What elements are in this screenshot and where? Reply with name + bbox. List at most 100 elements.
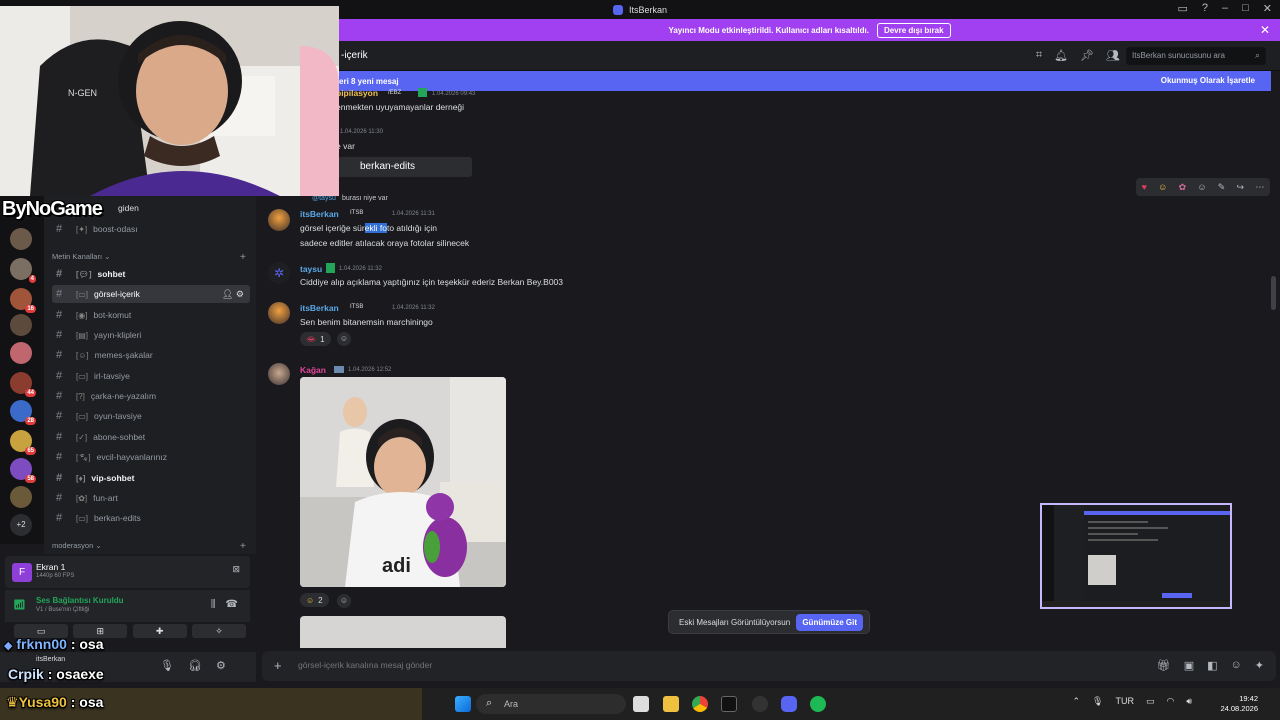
channel-bot-komut[interactable]: # [◉] bot-komut [52, 306, 250, 324]
channel-boost-odasi[interactable]: # [✦] boost-odası [52, 220, 250, 238]
reply-icon[interactable]: ↪ [1237, 182, 1245, 193]
server-icon[interactable]: 65 [10, 430, 36, 455]
minimize-button[interactable]: – [1222, 2, 1228, 15]
channel-carka-ne-yazalim[interactable]: # [?] çarka-ne-yazalım [52, 387, 250, 405]
headphones-icon[interactable]: 🎧︎ [188, 659, 202, 672]
channel-yayin-klipleri[interactable]: # [▤] yayın-klipleri [52, 326, 250, 344]
channel-mention-embed[interactable]: berkan-edits [336, 157, 472, 177]
server-icon[interactable] [10, 486, 32, 508]
wifi-icon[interactable]: ◠ [1166, 696, 1174, 707]
sticker-reaction-icon[interactable]: ✿ [1179, 182, 1187, 193]
server-icon[interactable] [10, 228, 32, 250]
channel-evcil-hayvanlariniz[interactable]: # [🐾︎] evcil-hayvanlarınız [52, 448, 250, 466]
attach-plus-icon[interactable]: + [274, 658, 282, 673]
reaction-pill[interactable]: 👄︎ 1 [300, 332, 331, 346]
more-servers-button[interactable]: +2 [10, 514, 32, 536]
close-window-button[interactable]: ✕ [1263, 2, 1272, 15]
stream-preview-thumbnail[interactable] [1040, 503, 1232, 609]
message-author[interactable]: taysu [300, 264, 322, 274]
volume-icon[interactable]: 🔊︎ [1186, 696, 1192, 707]
disable-streamer-mode-button[interactable]: Devre dışı bırak [876, 22, 951, 38]
task-view-icon[interactable] [633, 696, 649, 712]
chat-scrollbar[interactable] [1271, 276, 1276, 310]
channel-berkan-edits[interactable]: # [▭] berkan-edits [52, 509, 250, 527]
pin-icon[interactable]: 📌︎ [1080, 49, 1094, 62]
heart-reaction-icon[interactable]: ♥ [1142, 182, 1147, 192]
settings-gear-icon[interactable]: ⚙ [216, 659, 226, 672]
server-icon[interactable]: 28 [10, 400, 36, 425]
jump-to-present-button[interactable]: Günümüze Git [796, 614, 863, 631]
reply-mention[interactable]: @taysu [312, 195, 336, 202]
bell-icon[interactable]: 🔔︎ [1054, 49, 1068, 62]
app-icon[interactable] [752, 696, 768, 712]
channel-vip-sohbet[interactable]: # [♦] vip-sohbet [52, 469, 250, 487]
add-channel-icon[interactable]: + [240, 541, 246, 552]
taskbar-search[interactable]: ⌕ Ara [476, 694, 626, 714]
chrome-icon[interactable] [692, 696, 708, 712]
server-icon[interactable]: 16 [10, 288, 36, 313]
avatar[interactable] [268, 363, 290, 385]
reaction-pill[interactable]: ☺ 2 [300, 593, 329, 607]
message-author[interactable]: Kağan [300, 365, 326, 375]
app-icon[interactable] [721, 696, 737, 712]
avatar[interactable]: ✲ [268, 262, 290, 284]
server-icon[interactable] [10, 342, 32, 364]
disconnect-icon[interactable]: ☎ [226, 599, 238, 610]
threads-icon[interactable]: ⌗ [1036, 49, 1042, 62]
channel-irl-tavsiye[interactable]: # [▭] irl-tavsiye [52, 367, 250, 385]
inbox-icon[interactable]: ▭ [1177, 2, 1187, 15]
laugh-reaction-icon[interactable]: ☺ [1158, 182, 1167, 192]
stop-stream-icon[interactable]: ⊠ [232, 564, 240, 575]
channel-oyun-tavsiye[interactable]: # [▭] oyun-tavsiye [52, 407, 250, 425]
soundboard-button[interactable]: ✧ [191, 624, 246, 638]
monitor-icon[interactable]: ▭ [1146, 696, 1155, 707]
spotify-icon[interactable] [810, 696, 826, 712]
mark-as-read-button[interactable]: Okunmuş Olarak İşaretle [1161, 76, 1255, 85]
sticker-icon[interactable]: ◧ [1207, 659, 1217, 672]
close-icon[interactable]: ✕ [1260, 23, 1270, 37]
clock[interactable]: 19:42 24.08.2026 [1220, 694, 1258, 714]
apps-icon[interactable]: ✦ [1255, 659, 1264, 672]
server-icon[interactable] [10, 314, 32, 336]
add-reaction-icon[interactable]: ☺ [337, 332, 351, 346]
chevron-up-icon[interactable]: ⌃ [1072, 696, 1080, 707]
message-input[interactable] [298, 660, 898, 670]
edit-icon[interactable]: ✎ [1218, 182, 1226, 193]
image-attachment[interactable] [300, 616, 506, 648]
members-icon[interactable]: 👥︎ [1106, 49, 1120, 62]
category-text-channels[interactable]: Metin Kanalları ⌄ + [52, 252, 246, 263]
channel-partial[interactable]: giden [118, 203, 139, 213]
channel-gorsel-icerik[interactable]: # [▭] görsel-içerik 👤︎ ⚙ [52, 285, 250, 303]
username[interactable]: itsBerkan [36, 656, 65, 663]
channel-sohbet[interactable]: # [💬︎] sohbet [52, 265, 250, 283]
add-reaction-icon[interactable]: ☺ [337, 594, 351, 608]
add-reaction-icon[interactable]: ☺ [1197, 182, 1206, 192]
message-author[interactable]: pipilasyon [336, 88, 378, 98]
activities-button[interactable]: ✚ [132, 624, 187, 638]
maximize-button[interactable]: □ [1242, 2, 1249, 15]
more-icon[interactable]: ⋯ [1255, 182, 1264, 193]
avatar[interactable] [268, 209, 290, 231]
channel-fun-art[interactable]: # [✿] fun-art [52, 489, 250, 507]
emoji-icon[interactable]: ☺ [1231, 659, 1242, 672]
server-icon[interactable]: 44 [10, 372, 36, 397]
category-moderasyon[interactable]: moderasyon ⌄ + [52, 541, 246, 552]
microphone-icon[interactable]: 🎙︎ [160, 659, 174, 672]
gif-icon[interactable]: ▣ [1184, 659, 1194, 672]
new-messages-bar[interactable]: eri 8 yeni mesaj Okunmuş Olarak İşaretle [331, 71, 1271, 91]
search-input[interactable]: ItsBerkan sunucusunu ara ⌕ [1126, 47, 1266, 65]
help-icon[interactable]: ? [1202, 2, 1208, 15]
file-explorer-icon[interactable] [663, 696, 679, 712]
microphone-tray-icon[interactable]: 🎙︎ [1092, 696, 1103, 707]
add-channel-icon[interactable]: + [240, 252, 246, 263]
language-indicator[interactable]: TUR [1115, 696, 1134, 707]
channel-memes-sakalar[interactable]: # [☺] memes-şakalar [52, 346, 250, 364]
server-icon[interactable]: 58 [10, 458, 36, 483]
channel-settings-icon[interactable]: 👤︎ ⚙ [222, 289, 244, 300]
windows-start-icon[interactable] [455, 696, 471, 712]
noise-suppression-icon[interactable]: ⫼ [211, 599, 216, 610]
gift-icon[interactable]: 🎁︎ [1157, 659, 1171, 672]
discord-taskbar-icon[interactable] [781, 696, 797, 712]
image-attachment[interactable]: adi [300, 377, 506, 587]
avatar[interactable] [268, 302, 290, 324]
